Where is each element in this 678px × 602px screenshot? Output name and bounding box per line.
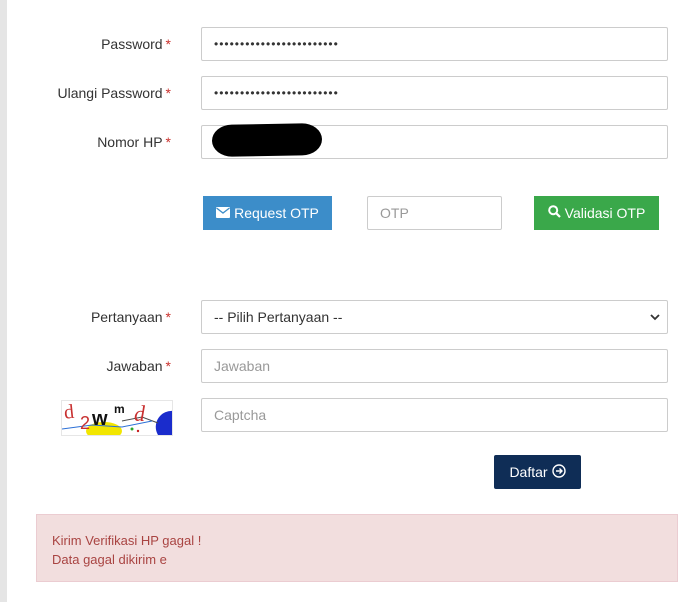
request-otp-label: Request OTP xyxy=(234,205,319,221)
captcha-input[interactable] xyxy=(201,398,668,432)
otp-input[interactable] xyxy=(367,196,502,230)
confirm-password-label: Ulangi Password * xyxy=(57,85,171,101)
redaction-mark xyxy=(211,123,323,157)
request-otp-button[interactable]: Request OTP xyxy=(203,196,332,230)
search-icon xyxy=(547,205,561,221)
svg-text:d: d xyxy=(134,401,146,426)
alert-line-1: Kirim Verifikasi HP gagal ! xyxy=(52,533,202,548)
arrow-circle-right-icon xyxy=(551,463,566,481)
svg-text:m: m xyxy=(114,402,125,416)
svg-text:d: d xyxy=(63,401,75,424)
question-selected-value: -- Pilih Pertanyaan -- xyxy=(214,309,343,325)
confirm-password-field[interactable]: •••••••••••••••••••••••• xyxy=(201,76,668,110)
answer-input[interactable] xyxy=(201,349,668,383)
answer-label: Jawaban * xyxy=(106,358,172,374)
left-edge-bar xyxy=(0,0,7,602)
svg-text:2: 2 xyxy=(80,413,90,433)
submit-button[interactable]: Daftar xyxy=(494,455,581,489)
password-label: Password * xyxy=(101,36,171,52)
chevron-down-icon xyxy=(649,310,661,327)
svg-text:w: w xyxy=(91,408,108,430)
submit-label: Daftar xyxy=(509,464,548,480)
captcha-image: d 2 w m d xyxy=(61,400,173,436)
question-select[interactable]: -- Pilih Pertanyaan -- xyxy=(201,300,668,334)
error-alert: Kirim Verifikasi HP gagal ! Data gagal d… xyxy=(36,514,678,582)
phone-label: Nomor HP * xyxy=(97,134,171,150)
alert-line-2: Data gagal dikirim e xyxy=(52,552,167,567)
password-field[interactable]: •••••••••••••••••••••••• xyxy=(201,27,668,61)
question-label: Pertanyaan * xyxy=(90,309,171,325)
envelope-icon xyxy=(216,205,231,221)
validate-otp-button[interactable]: Validasi OTP xyxy=(534,196,659,230)
validate-otp-label: Validasi OTP xyxy=(564,205,646,221)
